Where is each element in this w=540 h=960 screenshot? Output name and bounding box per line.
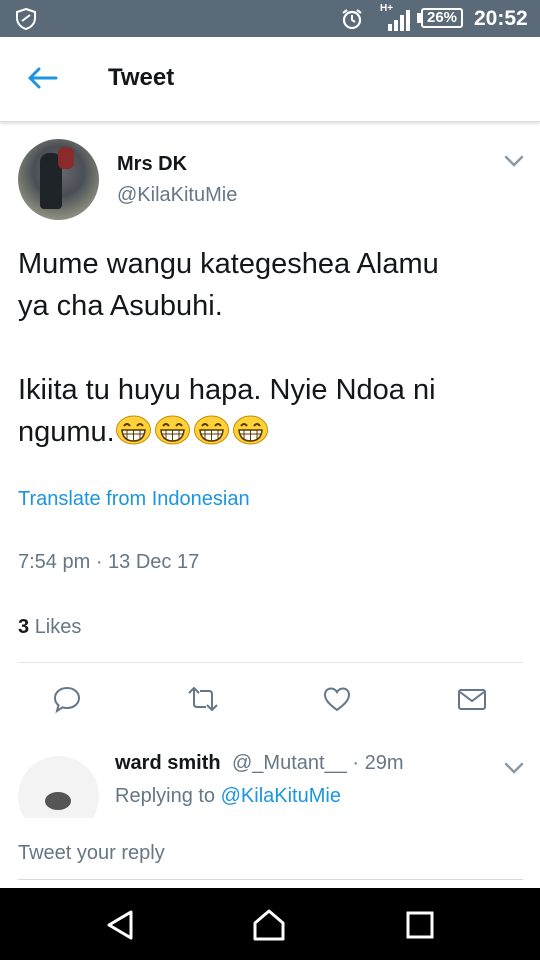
- reply-input[interactable]: Tweet your reply: [18, 842, 165, 865]
- replying-handle-link[interactable]: @KilaKituMie: [221, 785, 341, 807]
- grinning-face-emoji: [232, 415, 268, 445]
- author-name[interactable]: Mrs DK: [117, 153, 187, 176]
- translate-link[interactable]: Translate from Indonesian: [18, 488, 250, 511]
- page-title: Tweet: [108, 64, 175, 91]
- reply-icon[interactable]: [52, 684, 82, 714]
- author-avatar[interactable]: [18, 139, 99, 220]
- nav-recents-icon[interactable]: [403, 908, 437, 942]
- author-handle[interactable]: @KilaKituMie: [117, 184, 237, 207]
- clock: 20:52: [474, 7, 528, 30]
- android-nav-bar: [0, 888, 540, 960]
- tweet-timestamp: 7:54 pm · 13 Dec 17: [18, 551, 200, 573]
- battery-indicator: 26%: [421, 8, 463, 28]
- likes-count[interactable]: 3 Likes: [18, 616, 81, 639]
- replying-to: Replying to @KilaKituMie: [115, 785, 341, 808]
- nav-home-icon[interactable]: [252, 908, 286, 942]
- alarm-icon: [342, 9, 362, 30]
- chevron-down-icon[interactable]: [504, 154, 524, 168]
- divider: [18, 662, 523, 663]
- shield-icon: [16, 7, 36, 31]
- likes-label: Likes: [34, 616, 82, 638]
- app-header: Tweet: [0, 37, 540, 122]
- replying-prefix: Replying to: [115, 785, 216, 807]
- message-icon[interactable]: [457, 684, 487, 714]
- like-icon[interactable]: [322, 684, 352, 714]
- back-arrow-icon[interactable]: [26, 66, 58, 90]
- emoji-group: [115, 415, 271, 448]
- grinning-face-emoji: [115, 415, 151, 445]
- chevron-down-icon[interactable]: [504, 761, 524, 775]
- composer-underline: [18, 879, 523, 880]
- signal-icon: [388, 10, 410, 31]
- status-bar: H+ 26% 20:52: [0, 0, 540, 37]
- reply-meta: @_Mutant__ · 29m: [232, 752, 404, 774]
- grinning-face-emoji: [154, 415, 190, 445]
- retweet-icon[interactable]: [186, 684, 220, 714]
- likes-number: 3: [18, 616, 30, 638]
- nav-back-icon[interactable]: [103, 908, 137, 942]
- tweet-text: Mume wangu kategeshea Alamu ya cha Asubu…: [18, 243, 523, 453]
- avatar-figure-accent: [58, 147, 74, 169]
- grinning-face-emoji: [193, 415, 229, 445]
- reply-author-name[interactable]: ward smith: [115, 752, 221, 775]
